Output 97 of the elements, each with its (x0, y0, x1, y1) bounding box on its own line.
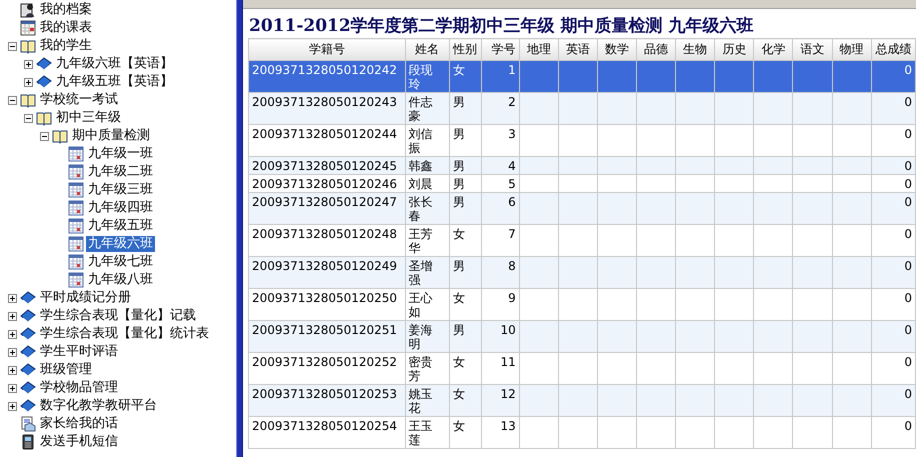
column-header[interactable]: 地理 (519, 38, 558, 60)
book-icon (20, 308, 36, 324)
tree-item[interactable]: 九年级五班 (86, 218, 155, 234)
column-header[interactable]: 学号 (481, 38, 520, 60)
table-row[interactable]: 2009371328050120244 刘信振 男 3 0 (248, 124, 916, 156)
column-header[interactable]: 学籍号 (248, 38, 405, 60)
tree-item[interactable]: 九年级六班【英语】 (54, 56, 175, 72)
tree-item[interactable]: 初中三年级 (54, 110, 123, 126)
table-row[interactable]: 2009371328050120246 刘晨 男 5 0 (248, 174, 916, 192)
tree-item[interactable]: 期中质量检测 (70, 128, 152, 144)
column-header[interactable]: 生物 (676, 38, 715, 60)
open-book-icon (20, 38, 36, 54)
tree-item[interactable]: 九年级四班 (86, 200, 155, 216)
column-header[interactable]: 语文 (792, 38, 832, 60)
table-row[interactable]: 2009371328050120247 张长春 男 6 0 (248, 192, 916, 224)
column-header[interactable]: 姓名 (405, 38, 450, 60)
expand-toggle[interactable] (8, 330, 17, 338)
tree-item[interactable]: 九年级三班 (86, 182, 155, 198)
book-icon (20, 326, 36, 342)
grid-sheet-icon (68, 218, 84, 234)
tree-item[interactable]: 学校统一考试 (38, 92, 120, 108)
table-row[interactable]: 2009371328050120243 件志豪 男 2 0 (248, 92, 916, 124)
tree-item[interactable]: 九年级六班 (86, 236, 155, 252)
tree-item[interactable]: 我的档案 (38, 2, 94, 18)
tree-item[interactable]: 九年级八班 (86, 272, 155, 288)
grid-sheet-icon (68, 236, 84, 252)
grid-sheet-icon (68, 146, 84, 162)
book-icon (20, 380, 36, 396)
grid-sheet-icon (68, 272, 84, 288)
open-book-icon (52, 128, 68, 144)
book-icon (20, 398, 36, 414)
tree-item[interactable]: 学生综合表现【量化】统计表 (38, 326, 211, 342)
collapse-toggle[interactable] (40, 132, 49, 140)
table-row[interactable]: 2009371328050120245 韩鑫 男 4 0 (248, 156, 916, 174)
grid-sheet-icon (68, 200, 84, 216)
expand-toggle[interactable] (8, 384, 17, 392)
table-row[interactable]: 2009371328050120253 姚玉花 女 12 0 (248, 384, 916, 416)
column-header[interactable]: 物理 (832, 38, 872, 60)
tree-item[interactable]: 平时成绩记分册 (38, 290, 133, 306)
expand-toggle[interactable] (8, 402, 17, 410)
expand-toggle[interactable] (24, 60, 33, 68)
table-row[interactable]: 2009371328050120252 密贵芳 女 11 0 (248, 352, 916, 384)
expand-toggle[interactable] (24, 78, 33, 86)
tree-item[interactable]: 学生平时评语 (38, 344, 120, 360)
table-row[interactable]: 2009371328050120254 王玉莲 女 13 0 (248, 416, 916, 448)
book-icon (20, 290, 36, 306)
tree-item[interactable]: 九年级一班 (86, 146, 155, 162)
table-cell: 2009371328050120254 (248, 416, 405, 448)
expand-toggle[interactable] (8, 312, 17, 320)
tree-item[interactable]: 学生综合表现【量化】记载 (38, 308, 198, 324)
splitter-bar[interactable] (236, 0, 243, 457)
table-row[interactable]: 2009371328050120251 姜海明 男 10 0 (248, 320, 916, 352)
column-header[interactable]: 化学 (754, 38, 793, 60)
expand-toggle[interactable] (8, 348, 17, 356)
column-header[interactable]: 数学 (597, 38, 637, 60)
book-icon (20, 362, 36, 378)
collapse-toggle[interactable] (8, 96, 17, 104)
book-icon (36, 56, 52, 72)
table-row[interactable]: 2009371328050120249 圣增强 男 8 0 (248, 256, 916, 288)
grid-sheet-icon (68, 182, 84, 198)
tree-item[interactable]: 发送手机短信 (38, 434, 120, 450)
tree-item[interactable]: 我的课表 (38, 20, 94, 36)
table-row[interactable]: 2009371328050120250 王心如 女 9 0 (248, 288, 916, 320)
open-book-icon (36, 110, 52, 126)
collapse-toggle[interactable] (8, 42, 17, 50)
book-icon (20, 344, 36, 360)
table-cell: 王玉莲 (405, 416, 450, 448)
tree-item[interactable]: 数字化教学教研平台 (38, 398, 159, 414)
column-header[interactable]: 性别 (449, 38, 482, 60)
calendar-icon (20, 20, 36, 36)
expand-toggle[interactable] (8, 366, 17, 374)
tree-item[interactable]: 班级管理 (38, 362, 94, 378)
column-header[interactable]: 英语 (558, 38, 598, 60)
book-icon (36, 74, 52, 90)
table-cell: 13 (481, 416, 520, 448)
grid-sheet-icon (68, 164, 84, 180)
column-header[interactable]: 品德 (636, 38, 676, 60)
column-header[interactable]: 历史 (714, 38, 754, 60)
tree-item[interactable]: 九年级二班 (86, 164, 155, 180)
person-icon (20, 2, 36, 18)
tree-item[interactable]: 九年级七班 (86, 254, 155, 270)
tree-item[interactable]: 家长给我的话 (38, 416, 120, 432)
report-title: 2011-2012学年度第二学期初中三年级 期中质量检测 九年级六班 (248, 15, 755, 38)
column-header[interactable]: 总成绩 (871, 38, 916, 60)
tree-item[interactable]: 学校物品管理 (38, 380, 120, 396)
letter-icon (20, 416, 36, 432)
table-cell: 0 (871, 416, 916, 448)
grid-sheet-icon (68, 254, 84, 270)
open-book-icon (20, 92, 36, 108)
collapse-toggle[interactable] (24, 114, 33, 122)
table-row[interactable]: 2009371328050120242 段现玲 女 1 0 (248, 60, 916, 92)
expand-toggle[interactable] (8, 294, 17, 302)
tree-item[interactable]: 我的学生 (38, 38, 94, 54)
table-row[interactable]: 2009371328050120248 王芳华 女 7 0 (248, 224, 916, 256)
tree-item[interactable]: 九年级五班【英语】 (54, 74, 175, 90)
phone-icon (20, 434, 36, 450)
table-cell: 女 (449, 416, 482, 448)
